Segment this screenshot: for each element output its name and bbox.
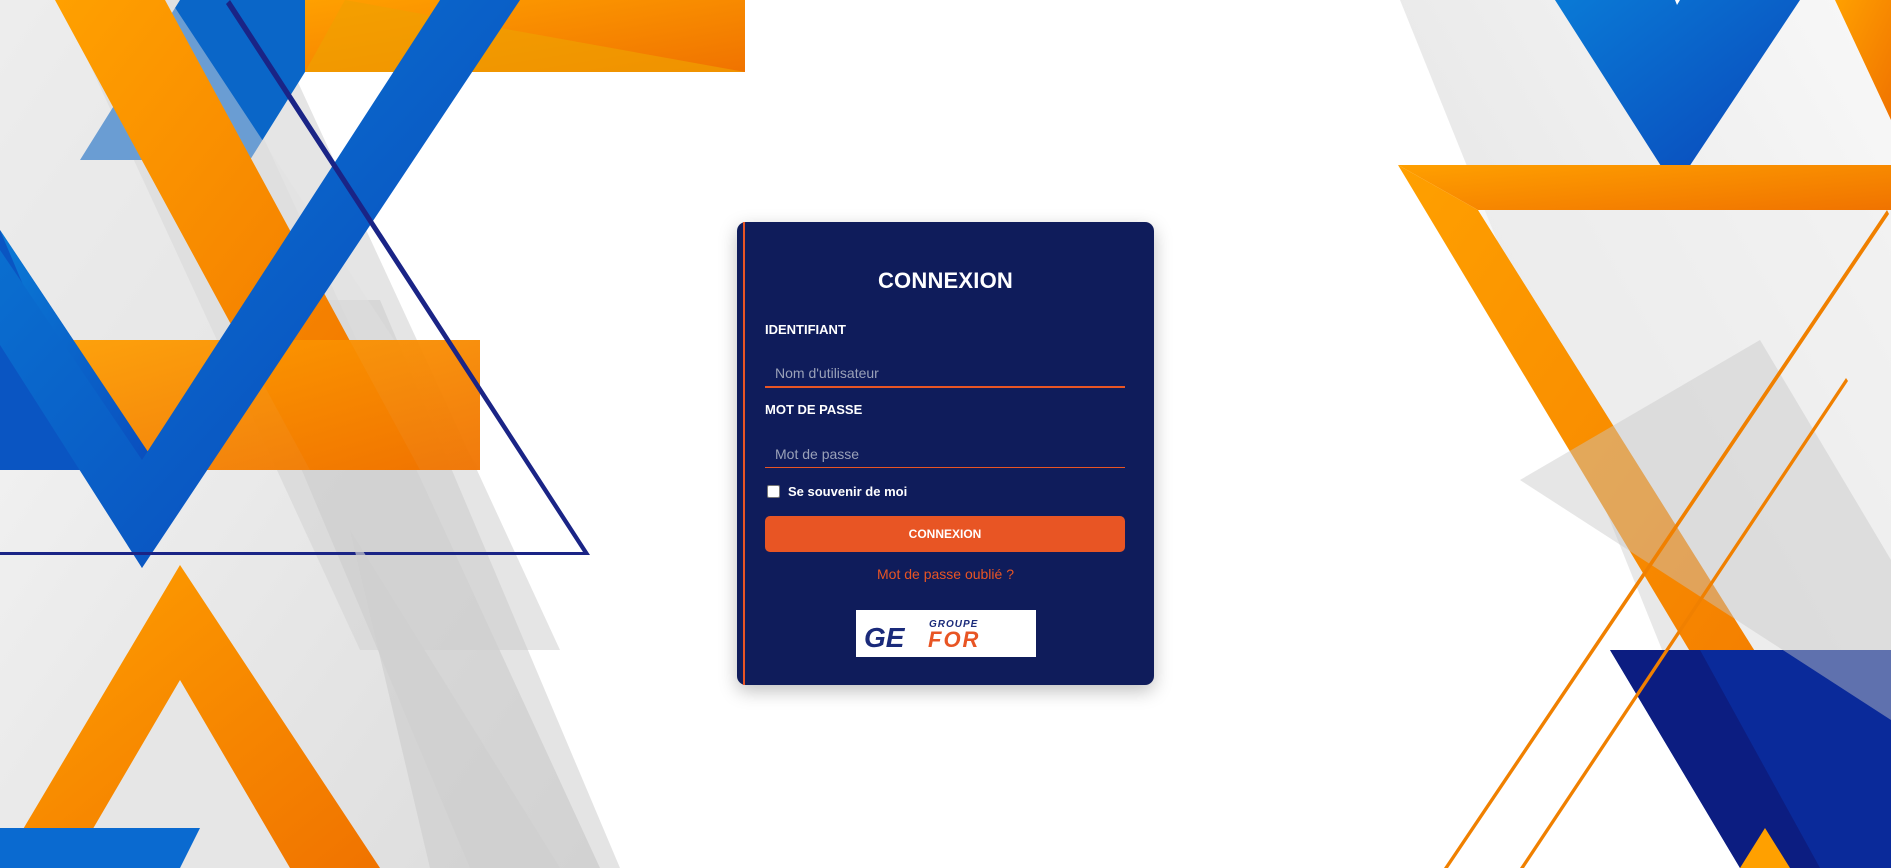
password-label: MOT DE PASSE	[765, 402, 863, 417]
groupe-gefor-logo: GROUPE GE FOR	[856, 610, 1036, 657]
login-button[interactable]: CONNEXION	[765, 516, 1125, 552]
username-label: IDENTIFIANT	[765, 322, 846, 337]
username-input[interactable]	[765, 360, 1125, 388]
logo-main-left-text: GE	[864, 622, 906, 653]
login-page: CONNEXION IDENTIFIANT MOT DE PASSE Se so…	[0, 0, 1891, 868]
login-card: CONNEXION IDENTIFIANT MOT DE PASSE Se so…	[737, 222, 1154, 685]
remember-me-row[interactable]: Se souvenir de moi	[767, 484, 907, 499]
logo-main-right-text: FOR	[928, 627, 980, 652]
password-input[interactable]	[765, 440, 1125, 468]
remember-me-checkbox[interactable]	[767, 485, 780, 498]
remember-me-label: Se souvenir de moi	[788, 484, 908, 499]
forgot-password-link[interactable]: Mot de passe oublié ?	[737, 566, 1154, 582]
login-title: CONNEXION	[877, 268, 1014, 293]
